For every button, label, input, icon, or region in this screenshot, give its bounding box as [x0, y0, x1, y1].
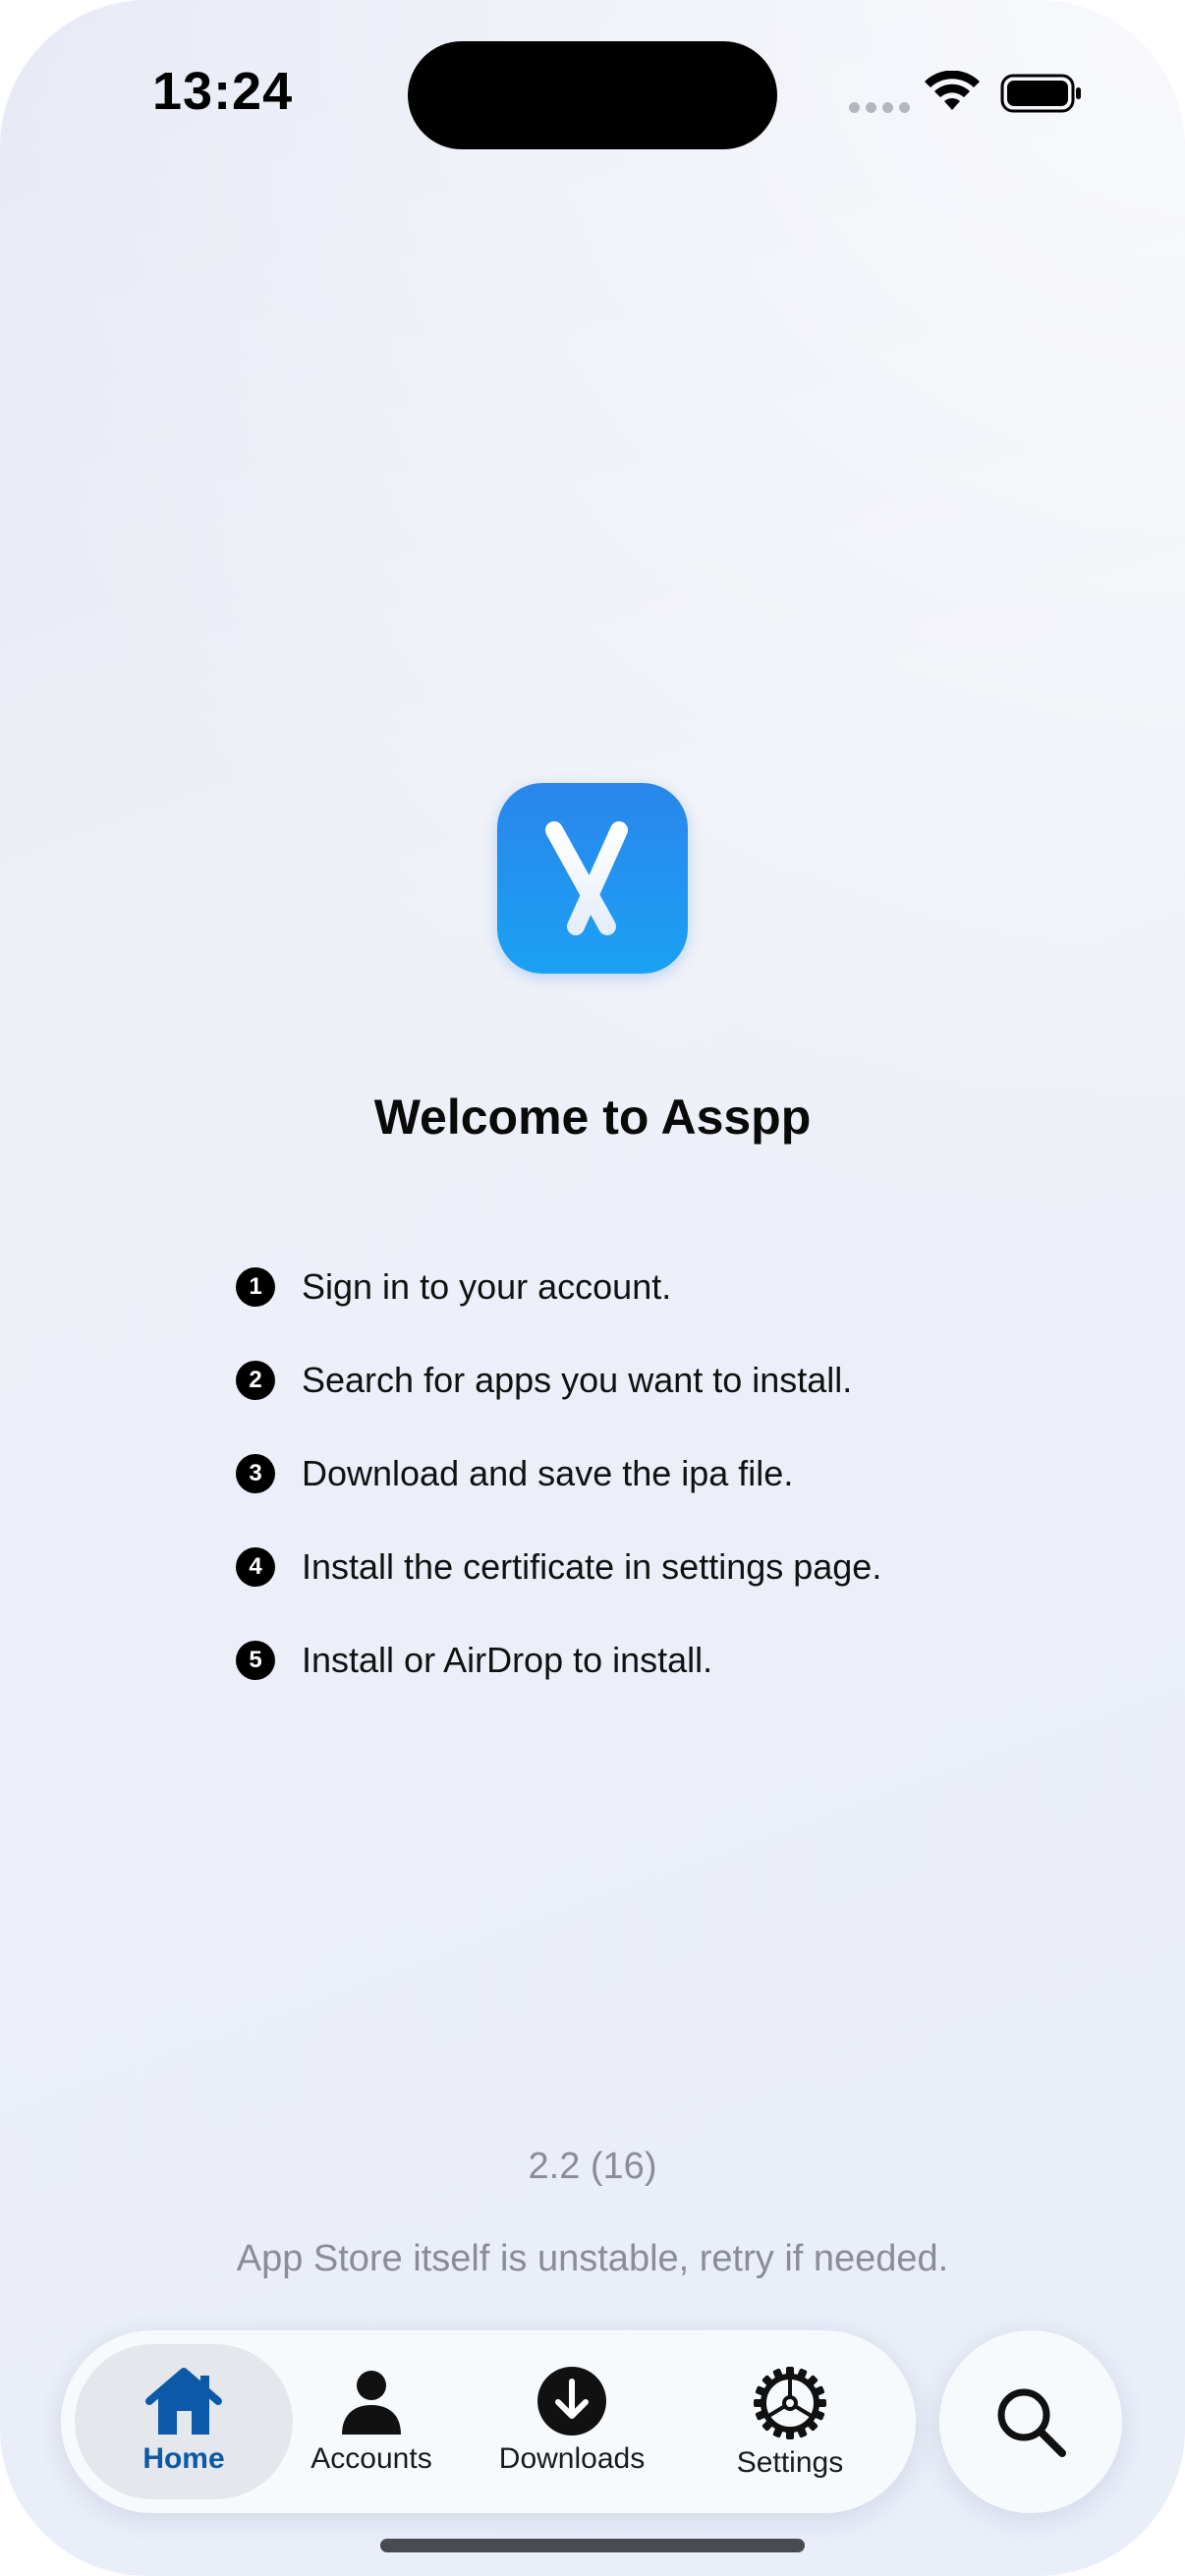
house-icon [145, 2368, 222, 2435]
tab-settings[interactable]: Settings [711, 2344, 869, 2499]
step-number-badge: 1 [236, 1266, 275, 1307]
search-button[interactable] [939, 2330, 1122, 2513]
tab-downloads[interactable]: Downloads [493, 2344, 650, 2499]
list-item: 2 Search for apps you want to install. [236, 1333, 881, 1427]
step-text: Install or AirDrop to install. [302, 1639, 713, 1680]
tab-label: Settings [736, 2446, 844, 2479]
status-time: 13:24 [152, 62, 294, 121]
signal-dots-icon [849, 102, 910, 113]
tab-label: Accounts [310, 2442, 432, 2475]
search-icon [997, 2388, 1066, 2457]
list-item: 5 Install or AirDrop to install. [236, 1613, 881, 1707]
disclaimer-text: App Store itself is unstable, retry if n… [236, 2238, 949, 2279]
person-icon [342, 2371, 401, 2435]
tab-home[interactable]: Home [75, 2344, 293, 2499]
step-number-badge: 4 [236, 1546, 275, 1587]
download-circle-icon [537, 2367, 606, 2436]
step-text: Sign in to your account. [302, 1265, 672, 1307]
app-logo-icon [497, 783, 688, 974]
list-item: 1 Sign in to your account. [236, 1240, 881, 1333]
step-number-badge: 2 [236, 1360, 275, 1400]
app-screen: 13:24 Welcome to Asspp 1 Sign in to your… [0, 0, 1185, 2576]
tab-label: Home [142, 2442, 225, 2475]
battery-icon [1000, 74, 1081, 113]
step-text: Search for apps you want to install. [302, 1359, 853, 1400]
tab-label: Downloads [498, 2442, 646, 2475]
welcome-title: Welcome to Asspp [373, 1090, 812, 1145]
tab-bar: Home Accounts Downloads Settings [61, 2330, 916, 2513]
gear-icon [754, 2367, 826, 2439]
step-text: Download and save the ipa file. [302, 1452, 794, 1493]
version-label: 2.2 (16) [528, 2146, 657, 2187]
list-item: 3 Download and save the ipa file. [236, 1427, 881, 1520]
home-indicator[interactable] [380, 2539, 805, 2552]
wifi-icon [925, 71, 980, 110]
tab-accounts[interactable]: Accounts [293, 2344, 450, 2499]
step-number-badge: 3 [236, 1453, 275, 1493]
list-item: 4 Install the certificate in settings pa… [236, 1520, 881, 1613]
step-number-badge: 5 [236, 1640, 275, 1680]
dynamic-island [408, 41, 777, 149]
step-text: Install the certificate in settings page… [302, 1545, 882, 1587]
onboarding-steps: 1 Sign in to your account. 2 Search for … [236, 1240, 881, 1707]
